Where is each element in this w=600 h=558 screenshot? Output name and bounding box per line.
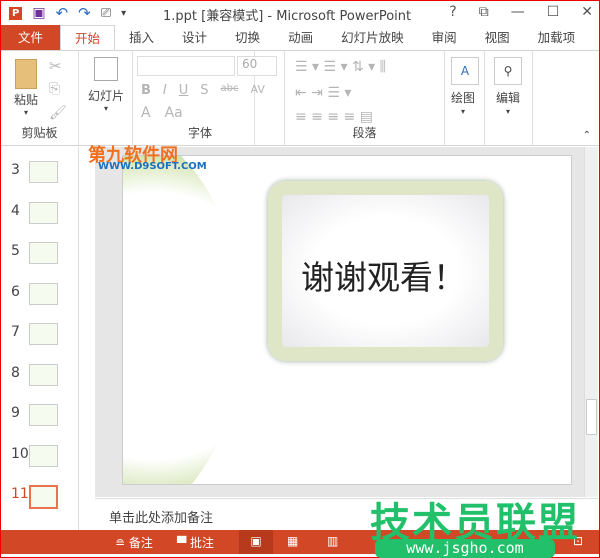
redo-icon[interactable]: ↷ [78, 4, 91, 22]
copy-icon[interactable]: ⎘ [49, 81, 60, 97]
change-case-button[interactable]: Aa [165, 105, 183, 121]
ribbon-tabs: 文件 开始 插入 设计 切换 动画 幻灯片放映 审阅 视图 加载项 [1, 24, 599, 51]
slide-number: 3 [11, 162, 20, 178]
save-icon[interactable]: ▣ [32, 5, 45, 21]
title-bar: P ▣ ↶ ↷ ⎚ ▾ 1.ppt [兼容模式] - Microsoft Pow… [1, 1, 599, 25]
slide-thumbnail[interactable] [29, 404, 58, 426]
tab-home[interactable]: 开始 [60, 24, 116, 51]
slide-number: 6 [11, 283, 20, 300]
slide-number: 9 [11, 405, 20, 421]
font-name-input[interactable] [137, 56, 235, 76]
strikethrough-button[interactable]: abc [221, 83, 239, 98]
notes-button[interactable]: ≘ 备注 [115, 534, 153, 551]
bullets-icon[interactable]: ☰ ▾ ☰ ▾ ⇅ ▾ ⫼ [295, 59, 386, 75]
underline-button[interactable]: U [179, 83, 189, 98]
slide-number: 8 [11, 364, 20, 381]
slide-thumbnails-pane: 3 4 5 6 7 8 9 10 11 [1, 147, 93, 530]
maximize-button[interactable]: ☐ [547, 4, 560, 20]
powerpoint-logo-icon: P [9, 6, 23, 20]
slideshow-icon[interactable]: ⎚ [101, 6, 111, 21]
slide-number: 10 [11, 445, 29, 462]
slide-thumbnail[interactable] [29, 444, 58, 467]
tab-review[interactable]: 审阅 [418, 25, 471, 50]
slide-thumbnail[interactable] [29, 363, 58, 386]
collapse-ribbon-icon[interactable]: ⌃ [583, 130, 591, 141]
slide-scrollbar[interactable] [584, 147, 598, 497]
clipboard-icon [15, 59, 37, 89]
window-title: 1.ppt [兼容模式] - Microsoft PowerPoint [163, 9, 412, 24]
format-painter-icon[interactable]: 🖌 [49, 105, 67, 121]
find-icon: ⚲ [494, 57, 522, 85]
italic-button[interactable]: I [163, 83, 167, 98]
clipboard-group-label: 剪贴板 [21, 126, 58, 140]
paste-button[interactable]: 粘贴 ▾ [11, 59, 41, 117]
paste-label: 粘贴 [13, 93, 38, 107]
undo-icon[interactable]: ↶ [56, 4, 69, 22]
watermark-jsgho-url: www.jsgho.com [375, 539, 555, 558]
close-button[interactable]: ✕ [581, 4, 593, 20]
align-icon[interactable]: ≡ ≡ ≡ ≡ ▤ [295, 109, 373, 125]
paragraph-group-label: 段落 [352, 126, 377, 140]
help-button[interactable]: ? [449, 4, 456, 20]
font-group-label: 字体 [187, 126, 212, 140]
thumbnails-scrollbar[interactable] [78, 147, 92, 530]
ribbon: 粘贴 ▾ ✂ ⎘ 🖌 剪贴板 幻灯片 ▾ 60 B I U S abc AV A… [1, 50, 599, 146]
slide-layout-icon [94, 57, 118, 81]
clipboard-group: 粘贴 ▾ ✂ ⎘ 🖌 剪贴板 [1, 51, 79, 145]
font-color-button[interactable]: A [141, 105, 151, 121]
slide-number: 4 [11, 202, 20, 219]
drawing-label: 绘图 [451, 91, 476, 105]
new-slide-label: 幻灯片 [87, 89, 124, 103]
slide-thumbnail[interactable] [29, 201, 58, 224]
customize-icon[interactable]: ▾ [121, 8, 126, 19]
tab-addins[interactable]: 加载项 [524, 25, 590, 50]
minimize-button[interactable]: — [511, 4, 525, 20]
font-size-input[interactable]: 60 [237, 56, 277, 76]
tab-design[interactable]: 设计 [168, 25, 221, 50]
slide-thumbnail[interactable] [29, 282, 58, 305]
slide-number: 7 [11, 324, 20, 340]
tab-file[interactable]: 文件 [1, 25, 60, 50]
slide-number: 11 [11, 486, 29, 502]
cut-icon[interactable]: ✂ [49, 57, 62, 75]
tab-slideshow[interactable]: 幻灯片放映 [327, 25, 418, 50]
slide-editor: 谢谢观看！ [95, 147, 598, 497]
slide-sorter-button[interactable]: ▦ [287, 534, 298, 548]
slide-thumbnail[interactable] [29, 242, 58, 264]
bold-button[interactable]: B [141, 83, 151, 98]
slide-thumbnail[interactable] [29, 323, 58, 345]
slide-number: 5 [11, 243, 20, 259]
current-slide[interactable]: 谢谢观看！ [122, 155, 572, 485]
slide-thumbnail[interactable] [29, 161, 58, 183]
editing-label: 编辑 [496, 91, 521, 105]
tab-transitions[interactable]: 切换 [221, 25, 274, 50]
tab-insert[interactable]: 插入 [115, 25, 168, 50]
editing-group[interactable]: ⚲ 编辑 ▾ [485, 51, 533, 145]
ribbon-display-button[interactable]: ⧉ [479, 4, 489, 20]
drawing-group[interactable]: A 绘图 ▾ [445, 51, 485, 145]
slide-thumbnail[interactable] [29, 485, 58, 509]
comments-button[interactable]: ▀ 批注 [177, 534, 214, 551]
normal-view-button[interactable]: ▣ [239, 530, 273, 554]
new-slide-button[interactable]: 幻灯片 ▾ [83, 57, 129, 113]
indent-icon[interactable]: ⇤ ⇥ ☰ ▾ [295, 85, 351, 101]
watermark-d9soft-url: WWW.D9SOFT.COM [98, 161, 207, 172]
tab-animations[interactable]: 动画 [274, 25, 327, 50]
reading-view-button[interactable]: ▥ [327, 534, 338, 548]
shapes-icon: A [451, 57, 479, 85]
shadow-button[interactable]: S [200, 83, 208, 98]
paragraph-group: ☰ ▾ ☰ ▾ ⇅ ▾ ⫼ ⇤ ⇥ ☰ ▾ ≡ ≡ ≡ ≡ ▤ 段落 [285, 51, 445, 145]
green-swoosh-decoration [123, 156, 243, 484]
slide-text[interactable]: 谢谢观看！ [301, 251, 466, 299]
tab-view[interactable]: 视图 [471, 25, 524, 50]
